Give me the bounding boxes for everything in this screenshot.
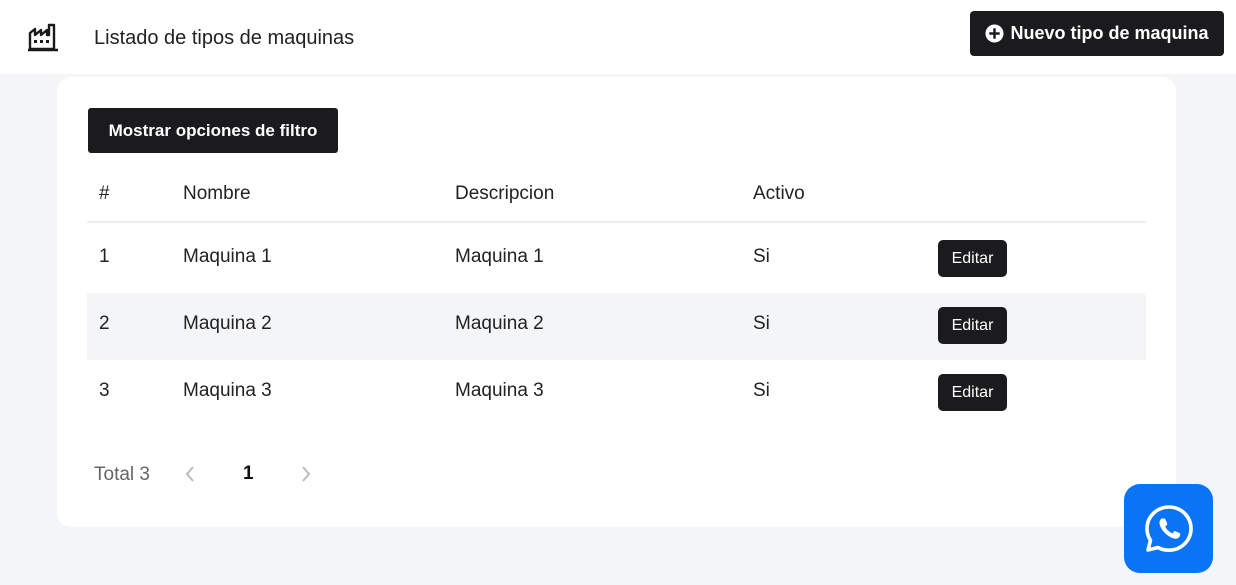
edit-button[interactable]: Editar bbox=[938, 240, 1007, 277]
column-header-activo: Activo bbox=[753, 183, 805, 204]
show-filter-button[interactable]: Mostrar opciones de filtro bbox=[88, 108, 338, 153]
new-machine-type-button[interactable]: Nuevo tipo de maquina bbox=[970, 11, 1224, 56]
table-header: # Nombre Descripcion Activo bbox=[87, 173, 1146, 223]
table-row: 3 Maquina 3 Maquina 3 Si Editar bbox=[87, 360, 1146, 427]
new-machine-type-label: Nuevo tipo de maquina bbox=[1010, 23, 1209, 43]
cell-id: 2 bbox=[99, 313, 110, 334]
table-row: 1 Maquina 1 Maquina 1 Si Editar bbox=[87, 226, 1146, 293]
page-title: Listado de tipos de maquinas bbox=[94, 27, 355, 49]
whatsapp-icon bbox=[1144, 504, 1193, 552]
plus-circle-icon bbox=[985, 24, 1005, 43]
cell-activo: Si bbox=[753, 380, 770, 401]
cell-descripcion: Maquina 1 bbox=[455, 246, 544, 267]
pagination: Total 3 1 bbox=[94, 462, 354, 486]
whatsapp-button[interactable] bbox=[1124, 484, 1213, 573]
edit-button[interactable]: Editar bbox=[938, 374, 1007, 411]
cell-id: 3 bbox=[99, 380, 110, 401]
cell-activo: Si bbox=[753, 313, 770, 334]
cell-activo: Si bbox=[753, 246, 770, 267]
pagination-page[interactable]: 1 bbox=[243, 463, 254, 485]
chevron-right-icon[interactable] bbox=[299, 465, 313, 483]
cell-id: 1 bbox=[99, 246, 110, 267]
column-header-nombre: Nombre bbox=[183, 183, 251, 204]
edit-button[interactable]: Editar bbox=[938, 307, 1007, 344]
content-card: Mostrar opciones de filtro # Nombre Desc… bbox=[57, 77, 1176, 527]
top-bar: Listado de tipos de maquinas Nuevo tipo … bbox=[0, 0, 1236, 74]
cell-descripcion: Maquina 3 bbox=[455, 380, 544, 401]
pagination-total: Total 3 bbox=[94, 464, 150, 485]
factory-icon bbox=[28, 23, 58, 52]
table-row: 2 Maquina 2 Maquina 2 Si Editar bbox=[87, 293, 1146, 360]
chevron-left-icon[interactable] bbox=[183, 465, 197, 483]
column-header-descripcion: Descripcion bbox=[455, 183, 555, 204]
cell-descripcion: Maquina 2 bbox=[455, 313, 544, 334]
column-header-id: # bbox=[99, 183, 110, 204]
cell-nombre: Maquina 1 bbox=[183, 246, 272, 267]
cell-nombre: Maquina 3 bbox=[183, 380, 272, 401]
cell-nombre: Maquina 2 bbox=[183, 313, 272, 334]
